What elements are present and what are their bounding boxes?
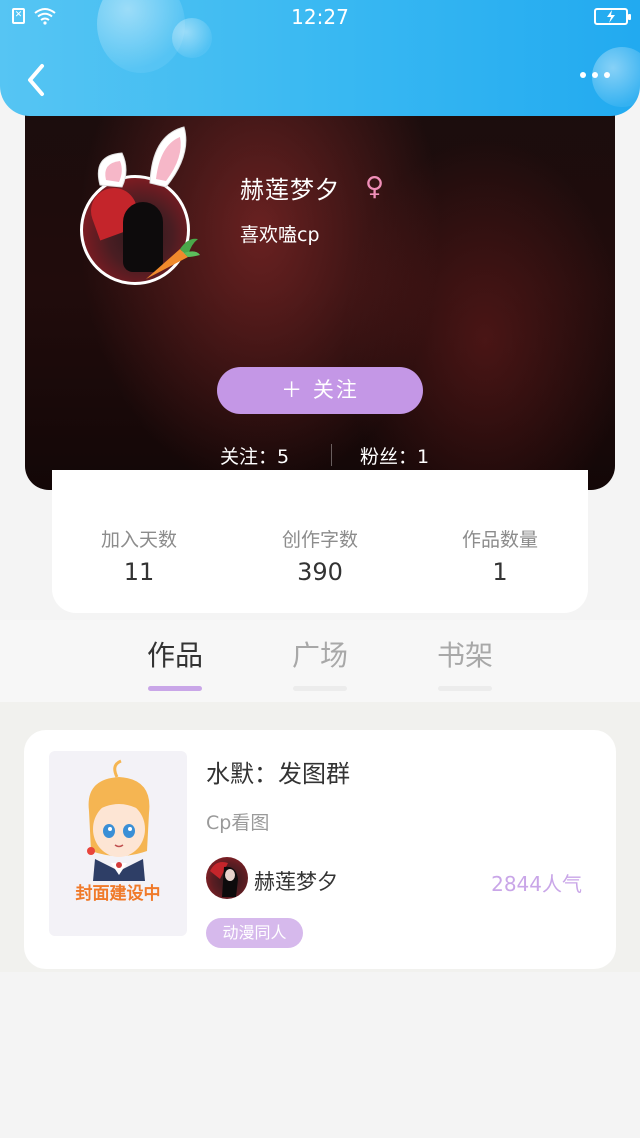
stats-card: 加入天数 11 创作字数 390 作品数量 1: [52, 470, 588, 613]
tab-indicator: [148, 686, 202, 691]
stat-works-count: 作品数量 1: [410, 525, 590, 586]
carrot-icon: [146, 238, 200, 279]
tab-bookshelf[interactable]: 书架: [425, 634, 505, 691]
female-gender-icon: ♀: [365, 172, 385, 202]
stat-value: 11: [123, 558, 155, 586]
bunny-ears-icon: [97, 126, 187, 188]
battery-charging-icon: [594, 8, 631, 25]
profile-card: 赫莲梦夕 ♀ 喜欢嗑cp ＋ 关注 关注：5 粉丝：1: [25, 80, 615, 490]
stat-label: 加入天数: [100, 529, 177, 551]
category-tag[interactable]: 动漫同人: [206, 918, 303, 948]
profile-signature: 喜欢嗑cp: [240, 224, 320, 246]
profile-avatar[interactable]: [80, 126, 200, 285]
author-name[interactable]: 赫莲梦夕: [254, 866, 338, 896]
tab-square[interactable]: 广场: [280, 634, 360, 691]
divider: [331, 444, 332, 466]
tab-label: 广场: [291, 639, 348, 672]
tab-label: 作品: [146, 639, 203, 672]
top-header: ✕ 12:27: [0, 0, 640, 116]
profile-username: 赫莲梦夕: [240, 176, 340, 204]
fans-count[interactable]: 粉丝：1: [360, 442, 429, 469]
stat-label: 创作字数: [281, 529, 358, 551]
stat-value: 1: [492, 558, 508, 586]
work-description: Cp看图: [206, 812, 270, 834]
work-cover[interactable]: 封面建设中: [49, 751, 187, 936]
work-title[interactable]: 水默：发图群: [206, 754, 350, 789]
tab-label: 书架: [436, 639, 493, 672]
follow-stats: 关注：5 粉丝：1: [25, 442, 615, 468]
work-card[interactable]: 封面建设中 水默：发图群 Cp看图 赫莲梦夕 2844人气 动漫同人: [24, 730, 616, 969]
tab-works[interactable]: 作品: [135, 634, 215, 691]
cover-placeholder-text: 封面建设中: [75, 884, 161, 904]
tab-indicator: [293, 686, 347, 691]
popularity-count: 2844人气: [491, 872, 582, 896]
more-options-icon[interactable]: [580, 72, 610, 78]
author-avatar[interactable]: [206, 857, 248, 899]
tab-indicator: [438, 686, 492, 691]
follow-button[interactable]: ＋ 关注: [217, 367, 423, 414]
status-time: 12:27: [291, 5, 349, 29]
stat-label: 作品数量: [461, 529, 538, 551]
status-bar: ✕ 12:27: [0, 0, 640, 34]
back-arrow-icon[interactable]: [22, 62, 52, 98]
stat-word-count: 创作字数 390: [230, 525, 410, 586]
stat-join-days: 加入天数 11: [49, 525, 229, 586]
tab-bar: 作品 广场 书架: [0, 620, 640, 702]
stat-value: 390: [297, 558, 343, 586]
following-count[interactable]: 关注：5: [220, 442, 289, 469]
placeholder-mascot-icon: [87, 759, 150, 881]
